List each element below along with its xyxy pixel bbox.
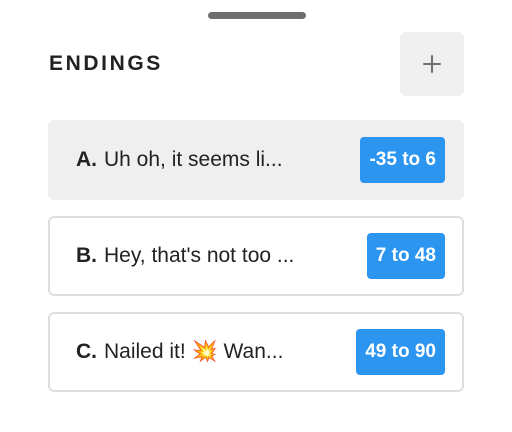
add-ending-button[interactable] (400, 32, 464, 96)
score-range-badge: 7 to 48 (366, 233, 445, 279)
ending-letter: B. (76, 244, 97, 267)
ending-card-a[interactable]: A. Uh oh, it seems li... -35 to 6 (48, 120, 464, 200)
ending-letter: C. (76, 340, 97, 363)
ending-text: Nailed it! 💥 Wan... (104, 340, 284, 363)
ending-card-b[interactable]: B. Hey, that's not too ... 7 to 48 (48, 216, 464, 296)
section-title: ENDINGS (49, 52, 163, 75)
ending-letter: A. (76, 148, 97, 171)
ending-card-c[interactable]: C. Nailed it! 💥 Wan... 49 to 90 (48, 312, 464, 392)
plus-icon (423, 55, 441, 73)
ending-text: Hey, that's not too ... (104, 244, 295, 267)
ending-text: Uh oh, it seems li... (104, 148, 283, 171)
score-range-badge: -35 to 6 (360, 137, 445, 183)
drag-handle[interactable] (208, 12, 306, 19)
score-range-badge: 49 to 90 (356, 329, 445, 375)
